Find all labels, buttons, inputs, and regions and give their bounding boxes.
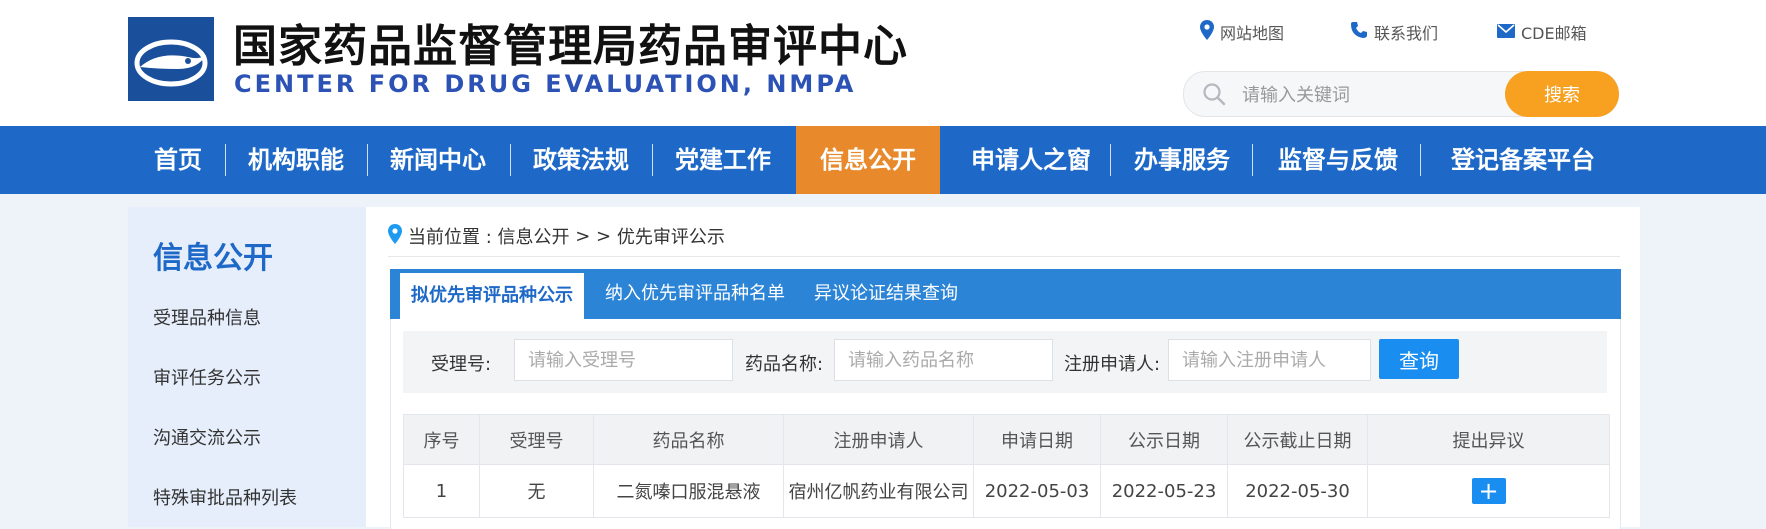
column-header: 药品名称	[593, 414, 784, 465]
sitemap-link[interactable]: 网站地图	[1200, 20, 1284, 44]
column-header: 序号	[403, 414, 480, 465]
cell-publish-date: 2022-05-23	[1100, 464, 1228, 518]
column-header: 注册申请人	[783, 414, 974, 465]
nav-divider	[1252, 144, 1253, 176]
priority-review-table: 序号 受理号 药品名称 注册申请人 申请日期 公示日期 公示截止日期 提出异议 …	[403, 414, 1610, 518]
phone-icon	[1350, 21, 1368, 43]
applicant-label: 注册申请人:	[1064, 354, 1161, 375]
sidebar: 信息公开 受理品种信息 审评任务公示 沟通交流公示 特殊审批品种列表	[128, 207, 366, 527]
nav-divider	[1110, 144, 1111, 176]
mail-icon	[1497, 23, 1515, 42]
search-icon	[1202, 82, 1226, 110]
nav-divider	[510, 144, 511, 176]
cell-apply-date: 2022-05-03	[973, 464, 1101, 518]
site-title-en: CENTER FOR DRUG EVALUATION, NMPA	[234, 70, 857, 98]
nav-item-policy[interactable]: 政策法规	[521, 126, 641, 194]
nav-divider	[1420, 144, 1421, 176]
cell-drug-name: 二氮嗪口服混悬液	[593, 464, 784, 518]
column-header: 公示日期	[1100, 414, 1228, 465]
nav-item-services[interactable]: 办事服务	[1122, 126, 1242, 194]
top-links: 网站地图 联系我们 CDE邮箱	[1200, 20, 1600, 44]
breadcrumb-separator: > >	[569, 225, 617, 247]
cell-deadline: 2022-05-30	[1227, 464, 1368, 518]
nav-item-home[interactable]: 首页	[138, 126, 218, 194]
site-logo[interactable]	[128, 17, 214, 101]
contact-link-label: 联系我们	[1374, 24, 1439, 43]
breadcrumb: 当前位置 : 信息公开 > > 优先审评公示	[388, 223, 725, 249]
raise-objection-button[interactable]: +	[1471, 478, 1506, 504]
applicant-input[interactable]	[1168, 339, 1371, 381]
column-header: 受理号	[479, 414, 594, 465]
query-button[interactable]: 查询	[1379, 339, 1459, 379]
nav-item-registration[interactable]: 登记备案平台	[1432, 126, 1614, 194]
cell-accept-no: 无	[479, 464, 594, 518]
logo-emblem-icon	[134, 39, 208, 87]
search-input[interactable]	[1240, 80, 1504, 110]
sidebar-item-accepted[interactable]: 受理品种信息	[153, 304, 261, 330]
drug-name-input[interactable]	[834, 339, 1053, 381]
column-header: 申请日期	[973, 414, 1101, 465]
sidebar-title: 信息公开	[153, 241, 273, 276]
tab-proposed-priority[interactable]: 拟优先审评品种公示	[400, 273, 584, 319]
site-header: 国家药品监督管理局药品审评中心 CENTER FOR DRUG EVALUATI…	[0, 0, 1766, 126]
nav-divider	[367, 144, 368, 176]
column-header: 提出异议	[1367, 414, 1610, 465]
nav-divider	[225, 144, 226, 176]
sidebar-item-communication[interactable]: 沟通交流公示	[153, 424, 261, 450]
tab-included-priority-list[interactable]: 纳入优先审评品种名单	[605, 269, 785, 319]
map-pin-icon	[1200, 20, 1214, 44]
sidebar-item-special-approval[interactable]: 特殊审批品种列表	[153, 484, 297, 510]
main-content: 当前位置 : 信息公开 > > 优先审评公示 拟优先审评品种公示 纳入优先审评品…	[366, 207, 1640, 529]
tab-objection-results[interactable]: 异议论证结果查询	[814, 269, 958, 319]
cde-mail-link-label: CDE邮箱	[1521, 24, 1587, 43]
cde-mail-link[interactable]: CDE邮箱	[1497, 20, 1587, 44]
filter-bar: 受理号: 药品名称: 注册申请人: 查询	[403, 331, 1607, 393]
location-pin-icon	[388, 223, 402, 249]
sidebar-item-review-tasks[interactable]: 审评任务公示	[153, 364, 261, 390]
cell-objection: +	[1367, 464, 1610, 518]
divider	[388, 256, 1620, 257]
column-header: 公示截止日期	[1227, 414, 1368, 465]
tab-panel: 受理号: 药品名称: 注册申请人: 查询 序号 受理号 药品名称 注册申请人 申…	[390, 319, 1621, 529]
nav-item-news[interactable]: 新闻中心	[378, 126, 498, 194]
site-search: 搜索	[1183, 71, 1619, 117]
nav-item-applicant-window[interactable]: 申请人之窗	[956, 126, 1106, 194]
tab-bar: 拟优先审评品种公示 纳入优先审评品种名单 异议论证结果查询	[390, 269, 1621, 319]
table-row: 1 无 二氮嗪口服混悬液 宿州亿帆药业有限公司 2022-05-03 2022-…	[403, 464, 1610, 518]
breadcrumb-current: 优先审评公示	[616, 227, 725, 248]
nav-item-feedback[interactable]: 监督与反馈	[1264, 126, 1412, 194]
nav-item-disclosure[interactable]: 信息公开	[796, 126, 940, 194]
breadcrumb-section[interactable]: 信息公开	[498, 223, 570, 249]
table-header-row: 序号 受理号 药品名称 注册申请人 申请日期 公示日期 公示截止日期 提出异议	[403, 414, 1610, 465]
nav-divider	[652, 144, 653, 176]
nav-item-functions[interactable]: 机构职能	[236, 126, 356, 194]
cell-seq: 1	[403, 464, 480, 518]
main-nav: 首页 机构职能 新闻中心 政策法规 党建工作 信息公开 申请人之窗 办事服务 监…	[0, 126, 1766, 194]
breadcrumb-prefix: 当前位置 :	[408, 227, 498, 248]
contact-link[interactable]: 联系我们	[1350, 20, 1438, 44]
search-button[interactable]: 搜索	[1505, 71, 1619, 117]
site-title-cn: 国家药品监督管理局药品审评中心	[233, 21, 908, 72]
sitemap-link-label: 网站地图	[1220, 24, 1285, 43]
accept-no-label: 受理号:	[431, 354, 492, 375]
nav-item-party[interactable]: 党建工作	[663, 126, 783, 194]
accept-no-input[interactable]	[514, 339, 733, 381]
drug-name-label: 药品名称:	[745, 354, 824, 375]
cell-applicant: 宿州亿帆药业有限公司	[783, 464, 974, 518]
